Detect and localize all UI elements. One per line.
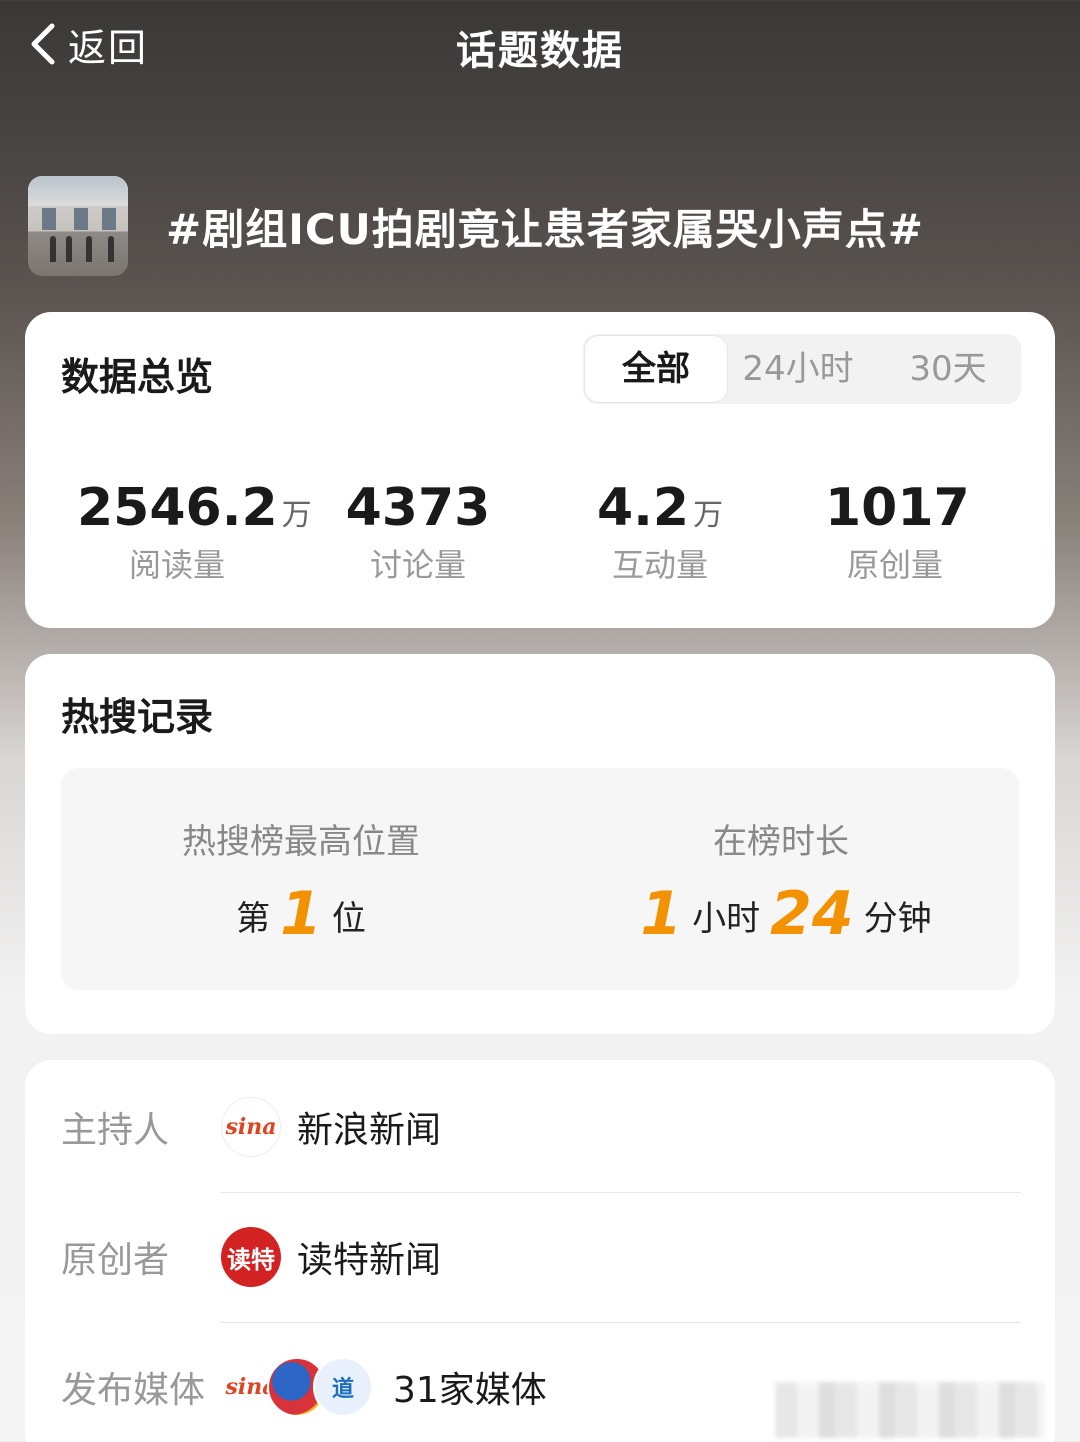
stat-originals: 1017 原创量 — [825, 478, 970, 586]
peak-suffix: 位 — [331, 899, 366, 939]
overview-title: 数据总览 — [61, 355, 214, 399]
creator-label: 原创者 — [61, 1240, 170, 1281]
on-list-duration: 在榜时长 1 小时 24 分钟 — [611, 814, 951, 949]
duration-minutes-unit: 分钟 — [863, 899, 932, 939]
creator-name[interactable]: 读特新闻 — [297, 1231, 441, 1283]
stat-unit: 万 — [281, 498, 312, 533]
blurred-watermark — [775, 1382, 1045, 1438]
media-logo-icon: 道 — [313, 1357, 373, 1417]
logo-text: 读特 — [227, 1245, 275, 1274]
host-label: 主持人 — [61, 1110, 170, 1151]
stat-value: 4373 — [345, 478, 491, 538]
topic-header: #剧组ICU拍剧竟让患者家属哭小声点# — [28, 176, 1058, 276]
stat-discussions: 4373 讨论量 — [343, 478, 493, 586]
info-card: 主持人 sina 新浪新闻 原创者 读特 读特新闻 发布媒体 sina 道 31… — [25, 1060, 1055, 1442]
creator-row[interactable]: 原创者 读特 读特新闻 — [61, 1192, 1021, 1322]
media-label: 发布媒体 — [61, 1370, 206, 1411]
stat-value: 1017 — [825, 478, 970, 538]
hot-search-title: 热搜记录 — [61, 695, 214, 739]
stat-label: 讨论量 — [369, 546, 466, 584]
duration-hours-unit: 小时 — [692, 899, 761, 939]
host-name[interactable]: 新浪新闻 — [297, 1101, 441, 1153]
tab-30d[interactable]: 30天 — [883, 334, 1013, 404]
stat-reads: 2546.2 万 阅读量 — [77, 478, 312, 586]
topic-title: #剧组ICU拍剧竟让患者家属哭小声点# — [166, 204, 924, 254]
duote-logo-icon: 读特 — [221, 1227, 281, 1287]
stat-interactions: 4.2 万 互动量 — [585, 478, 735, 586]
duration-minutes: 24 — [770, 879, 854, 949]
peak-prefix: 第 — [236, 899, 271, 939]
time-range-tabs: 全部 24小时 30天 — [583, 334, 1021, 404]
hot-search-stats: 热搜榜最高位置 第1位 在榜时长 1 小时 24 分钟 — [61, 768, 1019, 990]
duration-hours: 1 — [640, 879, 683, 949]
stat-label: 互动量 — [611, 546, 708, 584]
media-logos: sina 道 — [221, 1357, 373, 1417]
peak-position: 热搜榜最高位置 第1位 — [151, 814, 451, 949]
peak-value: 1 — [280, 879, 322, 949]
logo-text: 道 — [331, 1377, 354, 1402]
stat-value: 4.2 — [596, 478, 690, 538]
stat-label: 阅读量 — [128, 546, 225, 584]
stat-unit: 万 — [693, 498, 724, 533]
peak-label: 热搜榜最高位置 — [182, 822, 420, 862]
overview-card: 数据总览 全部 24小时 30天 2546.2 万 阅读量 4373 讨论量 4.… — [25, 312, 1055, 628]
stat-value: 2546.2 — [77, 478, 278, 538]
logo-text: sina — [225, 1114, 277, 1140]
topic-thumbnail — [28, 176, 128, 276]
media-count[interactable]: 31家媒体 — [393, 1361, 547, 1413]
nav-bar: 返回 话题数据 — [0, 0, 1080, 90]
stat-label: 原创量 — [846, 546, 943, 584]
host-row[interactable]: 主持人 sina 新浪新闻 — [61, 1062, 1021, 1192]
tab-24h[interactable]: 24小时 — [733, 334, 863, 404]
sina-logo-icon: sina — [221, 1097, 281, 1157]
duration-label: 在榜时长 — [713, 822, 849, 862]
tab-all[interactable]: 全部 — [585, 336, 727, 402]
hot-search-card: 热搜记录 热搜榜最高位置 第1位 在榜时长 1 小时 24 分钟 — [25, 654, 1055, 1034]
page-title: 话题数据 — [456, 28, 624, 74]
